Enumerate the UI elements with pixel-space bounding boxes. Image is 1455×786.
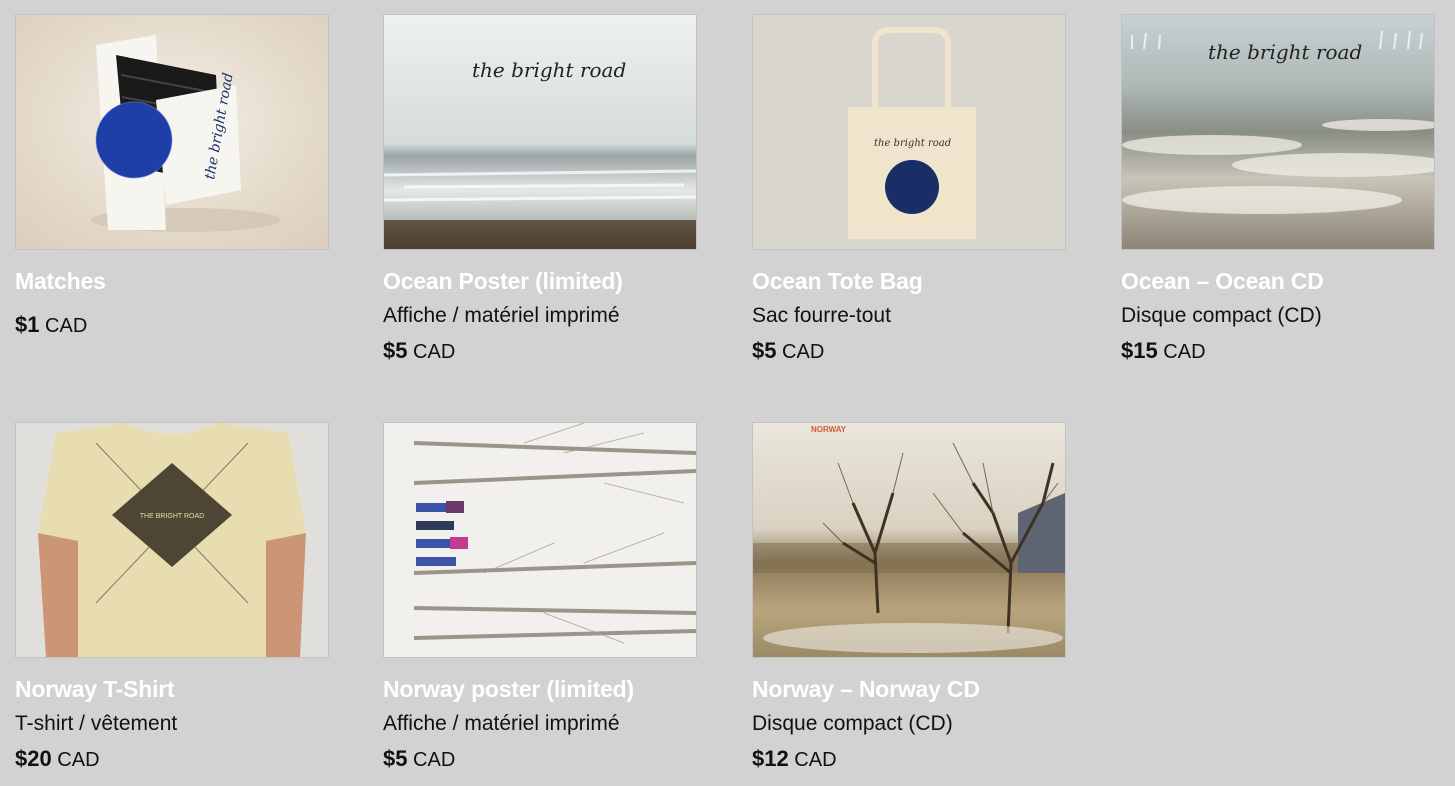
price-currency: CAD — [782, 341, 825, 363]
price-amount: $5 — [752, 338, 777, 363]
product-title[interactable]: Ocean Poster (limited) — [383, 268, 623, 295]
product-title[interactable]: Ocean – Ocean CD — [1121, 268, 1324, 295]
price-amount: $5 — [383, 338, 408, 363]
price-currency: CAD — [45, 315, 88, 337]
tote-handwriting: the bright road — [874, 138, 951, 149]
matchbook-image[interactable]: the bright road — [15, 14, 329, 250]
price-amount: $12 — [752, 746, 789, 771]
norway-cd-label: NORWAY — [811, 425, 847, 434]
product-price: $5 CAD — [752, 338, 824, 364]
price-amount: $15 — [1121, 338, 1158, 363]
price-currency: CAD — [1163, 341, 1206, 363]
product-category: Affiche / matériel imprimé — [383, 712, 620, 735]
tshirt-image[interactable]: THE BRIGHT ROAD — [15, 422, 329, 658]
tshirt-print-text: THE BRIGHT ROAD — [140, 513, 204, 520]
product-price: $1 CAD — [15, 312, 87, 338]
price-amount: $5 — [383, 746, 408, 771]
product-title[interactable]: Norway – Norway CD — [752, 676, 980, 703]
product-category: T-shirt / vêtement — [15, 712, 178, 735]
price-currency: CAD — [794, 749, 837, 771]
product-title[interactable]: Ocean Tote Bag — [752, 268, 923, 295]
tote-bag-image[interactable]: the bright road — [752, 14, 1066, 250]
product-category: Affiche / matériel imprimé — [383, 304, 620, 327]
ocean-cd-image[interactable]: the bright road — [1121, 14, 1435, 250]
product-title[interactable]: Norway poster (limited) — [383, 676, 634, 703]
norway-poster-image[interactable] — [383, 422, 697, 658]
product-price: $20 CAD — [15, 746, 100, 772]
cd-handwriting: the bright road — [1208, 40, 1362, 64]
price-currency: CAD — [413, 749, 456, 771]
product-category: Sac fourre-tout — [752, 304, 891, 327]
price-amount: $1 — [15, 312, 40, 337]
product-price: $5 CAD — [383, 746, 455, 772]
price-currency: CAD — [57, 749, 100, 771]
product-price: $5 CAD — [383, 338, 455, 364]
norway-cd-image[interactable]: NORWAY — [752, 422, 1066, 658]
product-title[interactable]: Norway T-Shirt — [15, 676, 175, 703]
ocean-poster-image[interactable]: the bright road — [383, 14, 697, 250]
product-grid: the bright road Matches $1 CAD the brigh… — [0, 0, 1455, 786]
price-currency: CAD — [413, 341, 456, 363]
product-title[interactable]: Matches — [15, 268, 106, 295]
product-category: Disque compact (CD) — [752, 712, 953, 735]
product-price: $12 CAD — [752, 746, 837, 772]
product-price: $15 CAD — [1121, 338, 1206, 364]
poster-handwriting: the bright road — [472, 58, 626, 82]
product-category: Disque compact (CD) — [1121, 304, 1322, 327]
price-amount: $20 — [15, 746, 52, 771]
